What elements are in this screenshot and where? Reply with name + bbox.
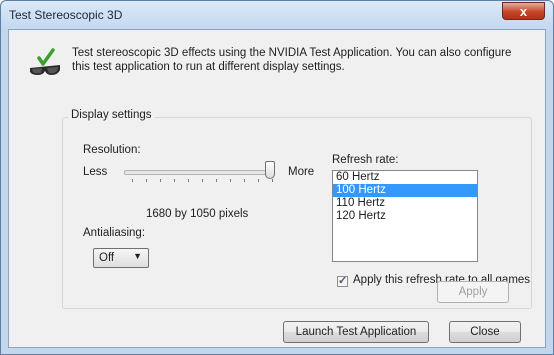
dialog-window: Test Stereoscopic 3D x Test stereoscopic… [0, 0, 554, 355]
antialiasing-dropdown[interactable]: Off ▼ [93, 248, 149, 268]
resolution-slider-thumb[interactable] [265, 161, 275, 179]
slider-tick [272, 179, 273, 182]
display-settings-group: Display settings Resolution: Less More 1… [62, 109, 532, 309]
window-close-button[interactable]: x [502, 2, 545, 20]
slider-tick [146, 179, 147, 182]
window-title: Test Stereoscopic 3D [9, 8, 123, 22]
slider-tick [202, 179, 203, 182]
slider-tick [230, 179, 231, 182]
slider-tick [132, 179, 133, 182]
stereo-glasses-icon [27, 48, 63, 80]
resolution-label: Resolution: [83, 144, 141, 156]
refresh-rate-label: Refresh rate: [332, 154, 399, 166]
resolution-value: 1680 by 1050 pixels [146, 208, 249, 220]
group-label: Display settings [68, 109, 155, 121]
slider-tick [174, 179, 175, 182]
refresh-rate-list[interactable]: 60 Hertz 100 Hertz 110 Hertz 120 Hertz [332, 170, 478, 262]
antialiasing-value: Off [99, 252, 115, 264]
dialog-body: Test stereoscopic 3D effects using the N… [8, 29, 546, 348]
description-text: Test stereoscopic 3D effects using the N… [72, 47, 512, 73]
launch-test-button[interactable]: Launch Test Application [283, 321, 429, 343]
list-item[interactable]: 110 Hertz [333, 197, 477, 210]
list-item[interactable]: 60 Hertz [333, 171, 477, 184]
slider-tick [216, 179, 217, 182]
antialiasing-label: Antialiasing: [83, 227, 146, 239]
slider-max-label: More [288, 166, 315, 178]
slider-min-label: Less [83, 166, 108, 178]
slider-tick [258, 179, 259, 182]
apply-button[interactable]: Apply [437, 281, 509, 303]
resolution-slider-track[interactable] [124, 170, 274, 175]
close-button[interactable]: Close [449, 321, 521, 343]
title-bar[interactable]: Test Stereoscopic 3D x [1, 1, 553, 29]
chevron-down-icon: ▼ [133, 251, 142, 261]
list-item-selected[interactable]: 100 Hertz [333, 184, 477, 197]
checkmark-icon: ✓ [338, 275, 348, 287]
apply-all-checkbox[interactable]: ✓ [337, 275, 348, 287]
slider-tick [160, 179, 161, 182]
slider-tick [244, 179, 245, 182]
list-item[interactable]: 120 Hertz [333, 210, 477, 223]
slider-tick [188, 179, 189, 182]
